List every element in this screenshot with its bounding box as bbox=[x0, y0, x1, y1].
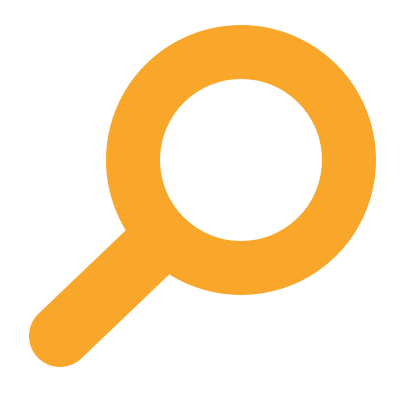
search-icon-graphic bbox=[29, 25, 376, 367]
icon-canvas bbox=[0, 0, 400, 400]
magnifier-handle bbox=[29, 219, 181, 367]
search-icon[interactable] bbox=[0, 0, 400, 400]
magnifier-lens-ring bbox=[106, 25, 376, 295]
